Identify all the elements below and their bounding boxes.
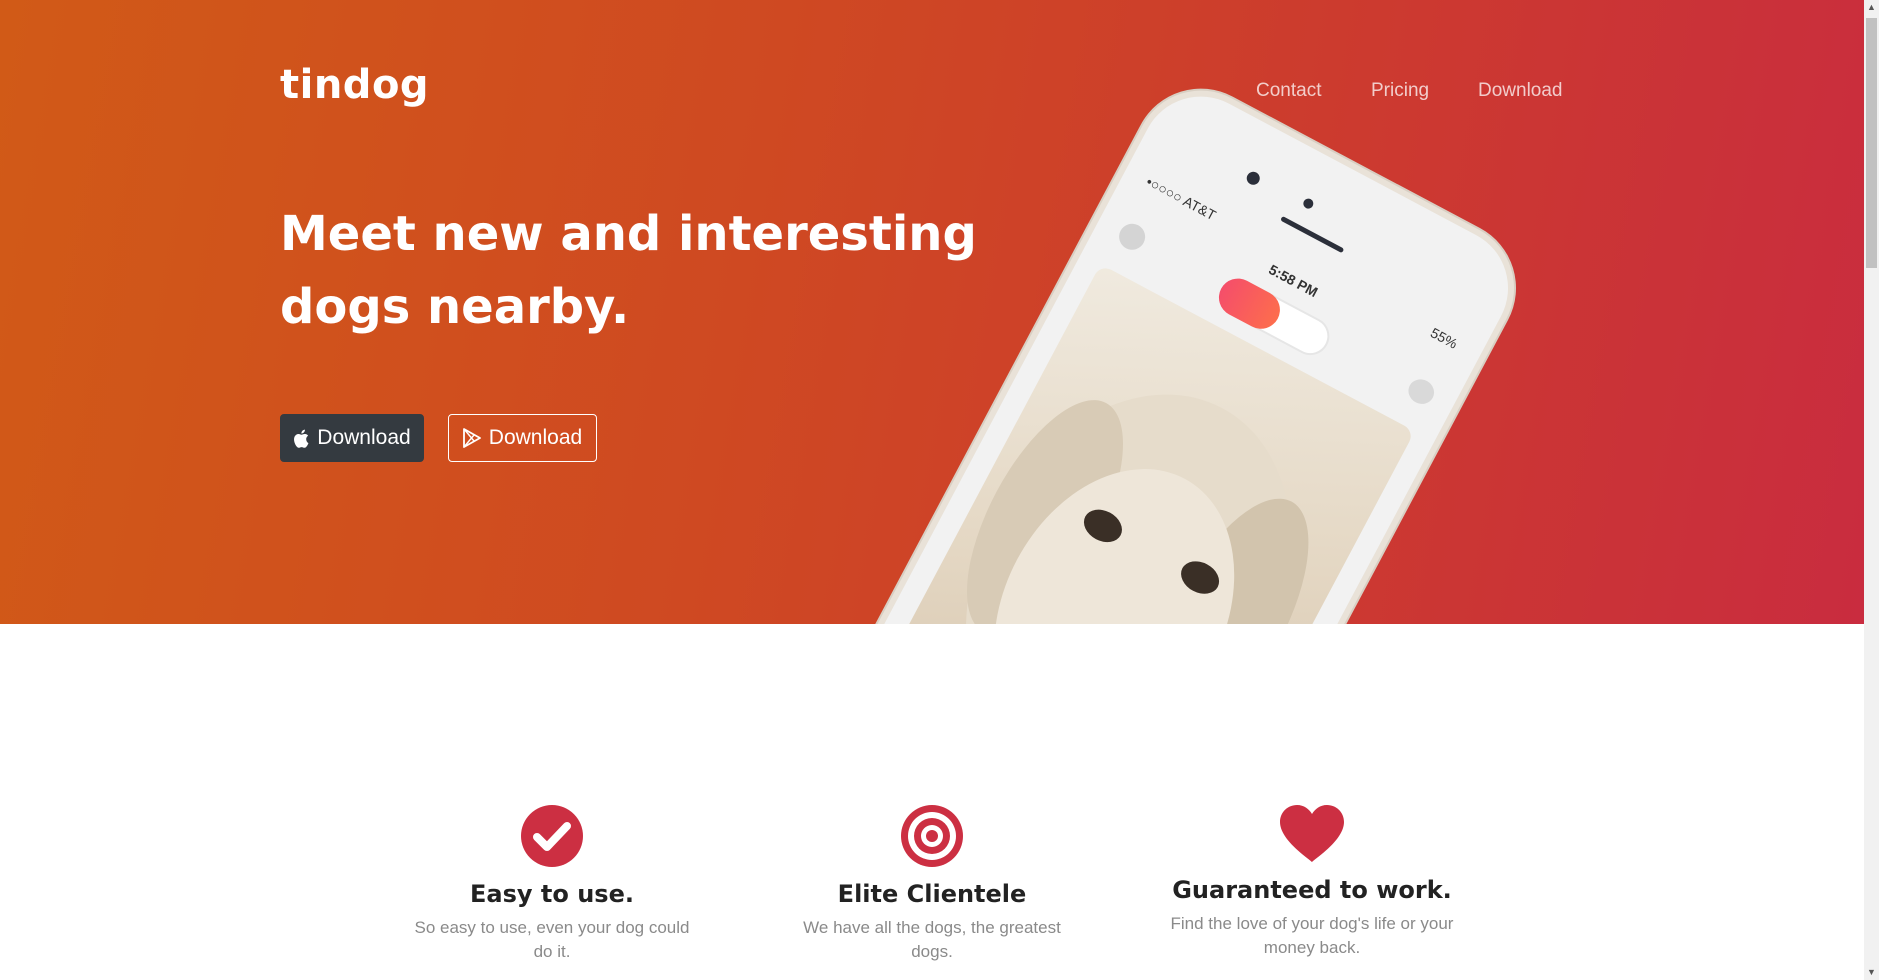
hero-section: tindog Contact Pricing Download Meet new… (0, 0, 1864, 624)
feature-easy-to-use: Easy to use. So easy to use, even your d… (407, 804, 697, 964)
heart-icon (1280, 805, 1344, 862)
flame-toggle-icon (1212, 271, 1287, 336)
features-section: Easy to use. So easy to use, even your d… (0, 624, 1864, 980)
phone-sensor (1301, 196, 1316, 211)
apple-icon (293, 429, 309, 448)
top-nav: Contact Pricing Download (1200, 80, 1563, 110)
nav-contact-link[interactable]: Contact (1256, 80, 1321, 102)
feature-elite-clientele: Elite Clientele We have all the dogs, th… (787, 804, 1077, 964)
phone-camera (1244, 169, 1263, 188)
scroll-up-arrow-icon[interactable]: ▲ (1867, 3, 1876, 12)
feature-description: We have all the dogs, the greatest dogs. (803, 918, 1061, 961)
google-play-download-label: Download (488, 426, 583, 449)
nav-download-link[interactable]: Download (1478, 80, 1563, 102)
phone-body: •○○○○ AT&T 5:58 PM 55% (800, 75, 1530, 624)
feature-guaranteed: Guaranteed to work. Find the love of you… (1167, 804, 1457, 960)
google-play-download-button[interactable]: Download (448, 414, 597, 462)
feature-description: Find the love of your dog's life or your… (1170, 914, 1454, 957)
hero-headline: Meet new and interesting dogs nearby. (280, 206, 977, 335)
feature-title: Guaranteed to work. (1172, 876, 1452, 904)
nav-pricing-link[interactable]: Pricing (1371, 80, 1429, 102)
check-circle-icon (521, 805, 583, 867)
scroll-down-arrow-icon[interactable]: ▼ (1867, 968, 1876, 977)
apple-download-label: Download (317, 426, 411, 449)
phone-mockup: •○○○○ AT&T 5:58 PM 55% (800, 75, 1530, 624)
bullseye-icon (901, 805, 963, 867)
chat-icon (1404, 374, 1439, 409)
brand-logo[interactable]: tindog (280, 62, 429, 108)
scrollbar-thumb[interactable] (1866, 18, 1877, 268)
apple-download-button[interactable]: Download (280, 414, 424, 462)
profile-icon (1114, 219, 1150, 255)
feature-title: Easy to use. (470, 880, 634, 908)
vertical-scrollbar[interactable]: ▲ ▼ (1864, 0, 1879, 980)
phone-speaker (1280, 215, 1345, 254)
feature-title: Elite Clientele (837, 880, 1027, 908)
feature-description: So easy to use, even your dog could do i… (414, 918, 690, 961)
google-play-icon (462, 428, 481, 448)
